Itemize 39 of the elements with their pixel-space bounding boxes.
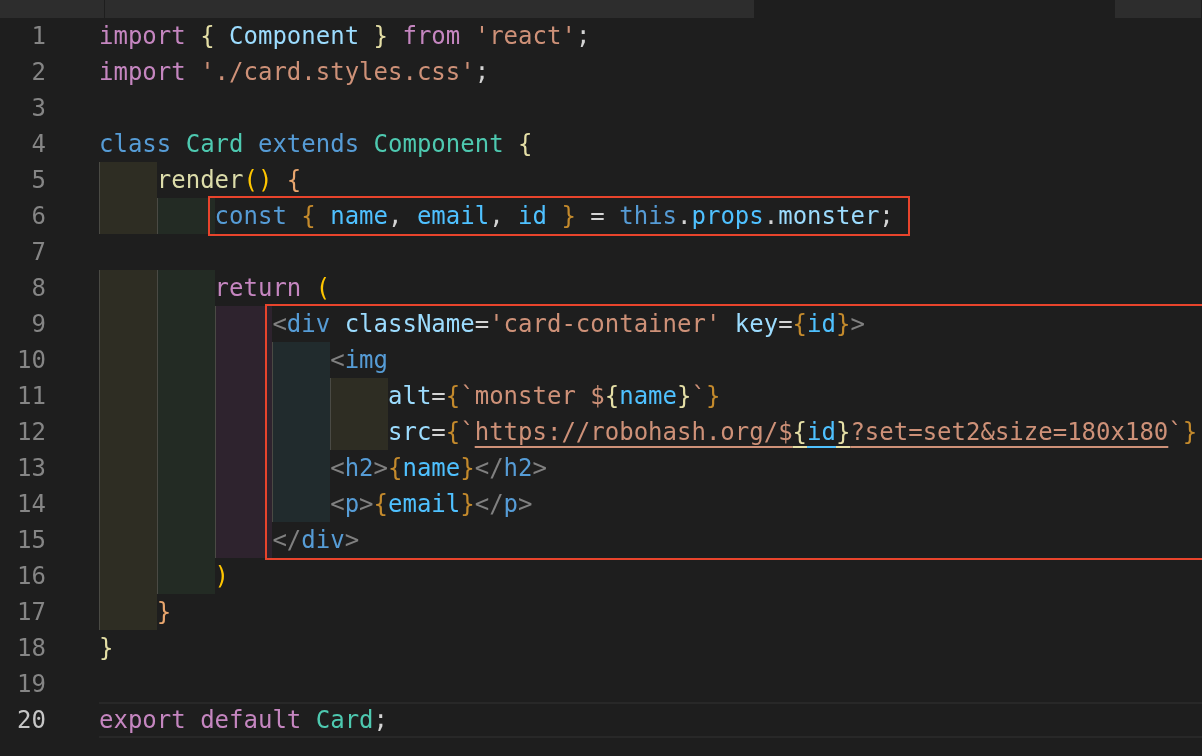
line-number: 16 (16, 561, 46, 592)
line-number: 5 (30, 165, 46, 196)
code-line: <img (272, 342, 1198, 378)
line-number: 14 (16, 489, 46, 520)
line-number: 15 (16, 525, 46, 556)
code-line: <p>{email}</p> (272, 486, 1198, 522)
line-number: 17 (16, 597, 46, 628)
line-number: 13 (16, 453, 46, 484)
line-number: 4 (30, 129, 46, 160)
line-number: 1 (30, 21, 46, 52)
line-number: 18 (16, 633, 46, 664)
code-line: <div className='card-container' key={id}> (272, 309, 866, 340)
line-number: 12 (16, 417, 46, 448)
line-number: 7 (30, 237, 46, 268)
code-line: import './card.styles.css'; (99, 57, 491, 88)
line-number: 11 (16, 381, 46, 412)
line-number: 3 (30, 93, 46, 124)
line-number: 8 (30, 273, 46, 304)
code-line: import { Component } from 'react'; (99, 21, 592, 52)
code-line: ) (99, 558, 1202, 594)
line-number: 19 (16, 669, 46, 700)
line-number: 10 (16, 345, 46, 376)
line-number: 20 (16, 705, 46, 736)
code-line: } (99, 594, 1202, 630)
code-line: <h2>{name}</h2> (272, 450, 1198, 486)
code-line: src={`https://robohash.org/${id}?set=set2&size=180x180`} (272, 414, 1198, 450)
code-line: class Card extends Component { (99, 129, 534, 160)
code-line: </div> (272, 525, 361, 556)
line-number: 9 (30, 309, 46, 340)
code-line: return ( (99, 270, 1202, 306)
code-line: render() { (99, 162, 1202, 198)
code-line: } (99, 633, 115, 664)
indent-guide (156, 198, 215, 234)
indent-guide (99, 198, 157, 234)
code-line: export default Card; (99, 702, 1202, 738)
line-number: 6 (30, 201, 46, 232)
line-number: 2 (30, 57, 46, 88)
code-line: const { name, email, id } = this.props.monster; (214, 201, 894, 232)
code-line: alt={`monster ${name}`} (272, 378, 1198, 414)
